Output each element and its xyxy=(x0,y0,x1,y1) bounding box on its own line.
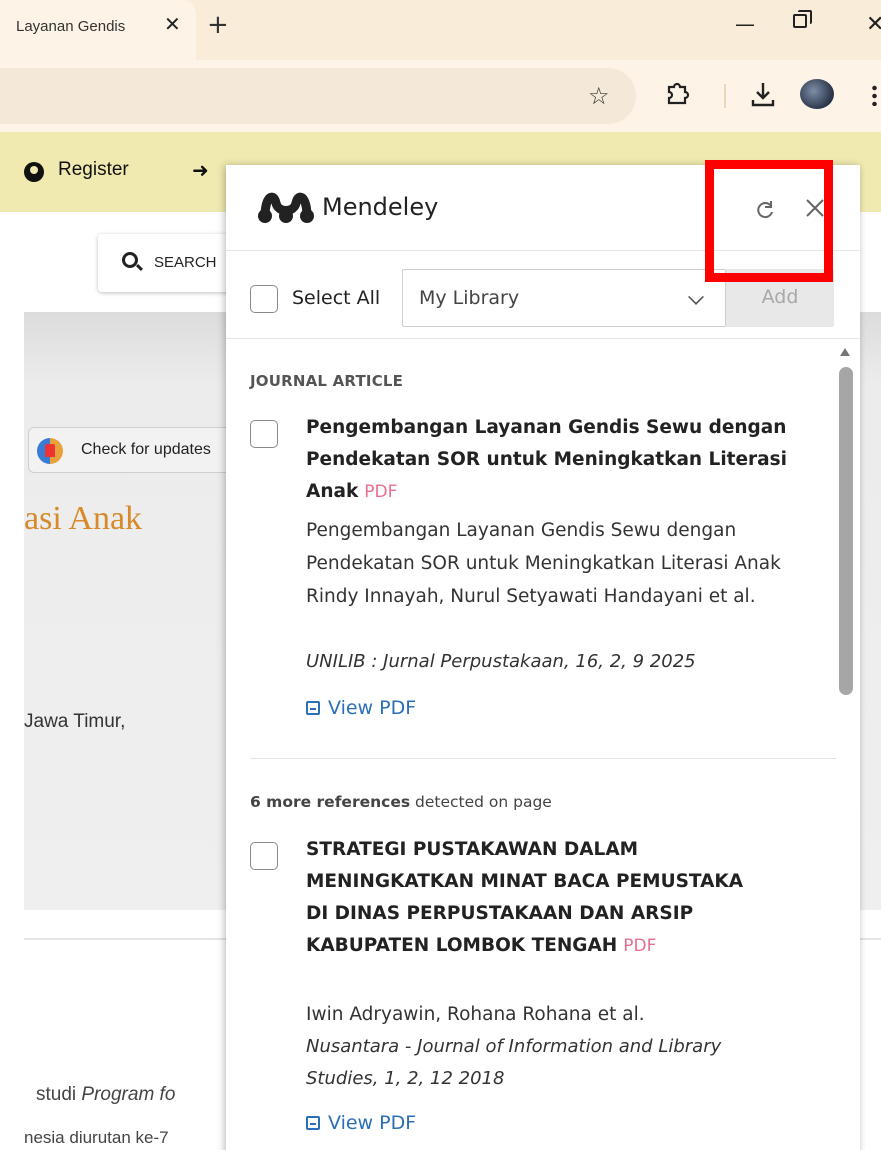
window-close-button[interactable]: ✕ xyxy=(866,12,881,37)
library-dropdown[interactable]: My Library xyxy=(402,269,726,327)
reference-list: JOURNAL ARTICLE Pengembangan Layanan Gen… xyxy=(226,340,860,1150)
scroll-up-arrow-icon[interactable] xyxy=(840,348,850,356)
view-pdf-link[interactable]: View PDF xyxy=(306,697,416,719)
panel-title: Mendeley xyxy=(322,193,439,221)
browser-tab-strip: Layanan Gendis ✕ + — ✕ xyxy=(0,0,881,60)
view-pdf-link[interactable]: View PDF xyxy=(306,1112,416,1134)
crossmark-icon xyxy=(37,438,63,464)
reference-title: STRATEGI PUSTAKAWAN DALAM MENINGKATKAN M… xyxy=(306,839,744,956)
search-label: SEARCH xyxy=(154,254,217,271)
scrollbar-thumb[interactable] xyxy=(839,367,853,695)
minimize-button[interactable]: — xyxy=(735,12,755,36)
body-text-line: nesia diurutan ke-7 xyxy=(24,1128,169,1147)
toolbar-divider xyxy=(724,84,726,108)
bookmark-star-icon[interactable]: ☆ xyxy=(588,82,610,110)
add-button-label: Add xyxy=(761,286,799,308)
reference-checkbox[interactable] xyxy=(250,842,278,870)
profile-avatar-icon[interactable] xyxy=(800,79,834,109)
select-all-label: Select All xyxy=(292,287,381,309)
reference-checkbox[interactable] xyxy=(250,420,278,448)
browser-menu-icon[interactable] xyxy=(872,84,877,106)
more-references-note: 6 more references detected on page xyxy=(250,793,552,811)
browser-toolbar: ☆ xyxy=(0,60,881,132)
check-for-updates-button[interactable]: Check for updates xyxy=(28,427,238,473)
download-icon[interactable] xyxy=(750,80,776,108)
reference-title: Pengembangan Layanan Gendis Sewu dengan … xyxy=(306,417,788,502)
register-link[interactable]: Register xyxy=(58,159,129,181)
reference-details: Iwin Adryawin, Rohana Rohana et al. xyxy=(306,1004,645,1025)
address-bar[interactable] xyxy=(0,68,636,124)
browser-tab[interactable]: Layanan Gendis ✕ xyxy=(0,0,196,60)
user-circle-icon xyxy=(24,162,44,182)
library-dropdown-value: My Library xyxy=(419,287,520,309)
new-tab-button[interactable]: + xyxy=(207,10,229,40)
reference-journal: Nusantara - Journal of Information and L… xyxy=(306,1036,722,1089)
chevron-down-icon xyxy=(688,289,704,305)
body-text-line: studi Program fo xyxy=(36,1084,176,1105)
pdf-icon xyxy=(306,701,320,715)
pdf-badge: PDF xyxy=(364,482,398,502)
reference-journal: UNILIB : Jurnal Perpustakaan, 16, 2, 9 2… xyxy=(306,651,696,672)
extensions-icon[interactable] xyxy=(664,80,690,106)
tab-close-icon[interactable]: ✕ xyxy=(164,12,181,36)
mendeley-extension-panel: Mendeley Select All My Library Add JOURN… xyxy=(226,165,860,1150)
section-heading: JOURNAL ARTICLE xyxy=(250,372,404,390)
tab-title: Layanan Gendis xyxy=(16,18,126,35)
search-icon xyxy=(122,252,138,268)
list-divider xyxy=(250,758,836,759)
pdf-badge: PDF xyxy=(623,936,657,956)
select-all-checkbox[interactable] xyxy=(250,285,278,313)
mendeley-logo-icon xyxy=(258,192,314,223)
highlight-box xyxy=(705,160,833,282)
check-updates-label: Check for updates xyxy=(81,441,211,458)
restore-button[interactable] xyxy=(793,10,812,28)
pdf-icon xyxy=(306,1116,320,1130)
article-title: asi Anak xyxy=(24,500,143,537)
author-affiliation: Jawa Timur, xyxy=(24,711,126,732)
login-icon[interactable]: ➜ xyxy=(192,158,209,182)
reference-details: Pengembangan Layanan Gendis Sewu dengan … xyxy=(306,520,781,607)
